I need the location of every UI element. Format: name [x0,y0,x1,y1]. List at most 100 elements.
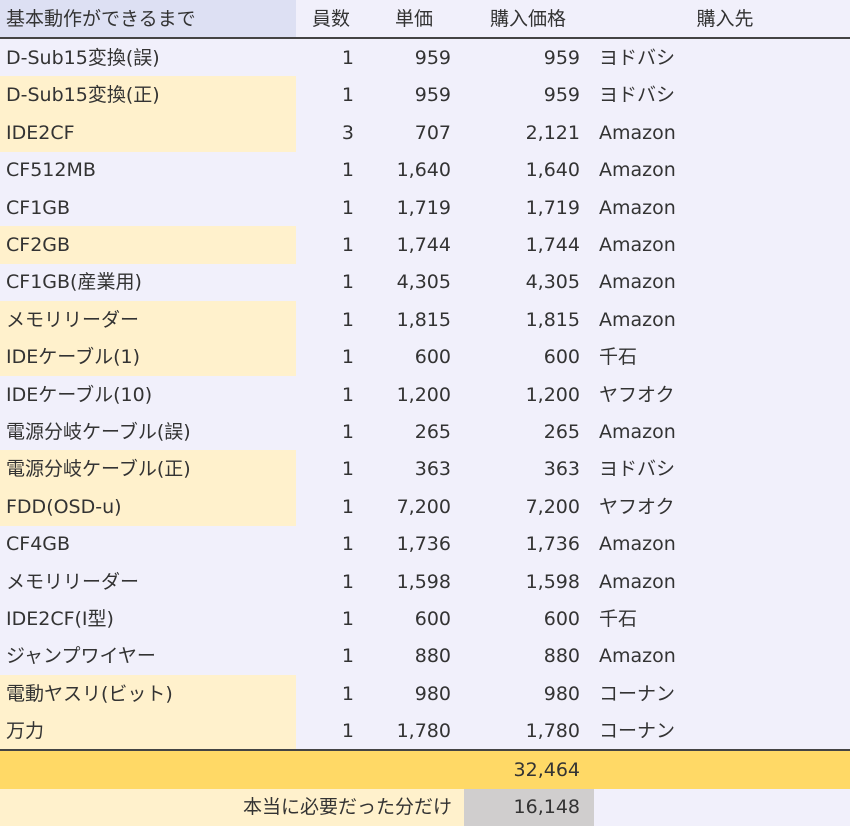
item-shop[interactable]: コーナン [599,712,850,750]
item-shop[interactable]: ヨドバシ [599,39,850,77]
item-qty[interactable]: 1 [296,413,358,451]
item-purchase-price[interactable]: 959 [456,39,586,77]
needed-label[interactable]: 本当に必要だった分だけ [0,789,464,826]
item-name[interactable]: IDE2CF(I型) [0,600,296,638]
item-shop[interactable]: Amazon [599,637,850,675]
item-qty[interactable]: 1 [296,151,358,189]
item-qty[interactable]: 1 [296,189,358,227]
item-shop[interactable]: Amazon [599,525,850,563]
item-shop[interactable]: ヤフオク [599,488,850,526]
item-shop[interactable]: 千石 [599,600,850,638]
item-shop[interactable]: Amazon [599,189,850,227]
item-unit-price[interactable]: 1,200 [358,376,456,414]
header-name[interactable]: 基本動作ができるまで [0,0,296,38]
item-purchase-price[interactable]: 363 [456,450,586,488]
item-purchase-price[interactable]: 2,121 [456,114,586,152]
item-name[interactable]: 電動ヤスリ(ビット) [0,674,296,713]
item-name[interactable]: CF512MB [0,151,296,189]
item-shop[interactable]: ヨドバシ [599,76,850,114]
header-qty[interactable]: 員数 [296,0,366,38]
item-purchase-price[interactable]: 600 [456,600,586,638]
item-shop[interactable]: コーナン [599,675,850,713]
item-unit-price[interactable]: 959 [358,39,456,77]
item-unit-price[interactable]: 1,598 [358,563,456,601]
item-name[interactable]: IDE2CF [0,113,296,152]
item-qty[interactable]: 1 [296,488,358,526]
item-qty[interactable]: 1 [296,76,358,114]
item-name[interactable]: メモリリーダー [0,563,296,601]
item-qty[interactable]: 1 [296,600,358,638]
item-name[interactable]: 電源分岐ケーブル(正) [0,450,296,489]
item-name[interactable]: CF2GB [0,226,296,264]
needed-value[interactable]: 16,148 [464,789,594,826]
item-qty[interactable]: 3 [296,114,358,152]
item-purchase-price[interactable]: 265 [456,413,586,451]
item-name[interactable]: メモリリーダー [0,300,296,339]
item-unit-price[interactable]: 959 [358,76,456,114]
item-shop[interactable]: Amazon [599,563,850,601]
item-qty[interactable]: 1 [296,39,358,77]
item-qty[interactable]: 1 [296,563,358,601]
item-name[interactable]: IDEケーブル(10) [0,376,296,414]
item-unit-price[interactable]: 1,736 [358,525,456,563]
item-unit-price[interactable]: 980 [358,675,456,713]
item-shop[interactable]: 千石 [599,338,850,376]
item-qty[interactable]: 1 [296,301,358,339]
item-purchase-price[interactable]: 600 [456,338,586,376]
item-unit-price[interactable]: 7,200 [358,488,456,526]
item-unit-price[interactable]: 1,815 [358,301,456,339]
item-unit-price[interactable]: 880 [358,637,456,675]
item-name[interactable]: D-Sub15変換(正) [0,76,296,115]
item-purchase-price[interactable]: 1,719 [456,189,586,227]
item-purchase-price[interactable]: 1,640 [456,151,586,189]
item-shop[interactable]: Amazon [599,263,850,301]
header-unit-price[interactable]: 単価 [378,0,450,38]
item-unit-price[interactable]: 600 [358,338,456,376]
item-qty[interactable]: 1 [296,675,358,713]
item-name[interactable]: CF4GB [0,525,296,563]
item-unit-price[interactable]: 363 [358,450,456,488]
item-shop[interactable]: ヤフオク [599,376,850,414]
item-name[interactable]: 電源分岐ケーブル(誤) [0,413,296,451]
item-unit-price[interactable]: 265 [358,413,456,451]
item-name[interactable]: IDEケーブル(1) [0,338,296,377]
item-shop[interactable]: Amazon [599,301,850,339]
item-qty[interactable]: 1 [296,525,358,563]
item-purchase-price[interactable]: 1,736 [456,525,586,563]
item-purchase-price[interactable]: 1,598 [456,563,586,601]
item-purchase-price[interactable]: 7,200 [456,488,586,526]
item-qty[interactable]: 1 [296,376,358,414]
total-value[interactable]: 32,464 [456,751,586,789]
item-name[interactable]: CF1GB [0,189,296,227]
item-qty[interactable]: 1 [296,637,358,675]
item-purchase-price[interactable]: 880 [456,637,586,675]
item-qty[interactable]: 1 [296,263,358,301]
item-purchase-price[interactable]: 4,305 [456,263,586,301]
item-shop[interactable]: Amazon [599,226,850,264]
header-purchase-price[interactable]: 購入価格 [470,0,586,38]
item-purchase-price[interactable]: 959 [456,76,586,114]
item-name[interactable]: CF1GB(産業用) [0,263,296,301]
item-name[interactable]: 万力 [0,712,296,751]
item-unit-price[interactable]: 4,305 [358,263,456,301]
item-qty[interactable]: 1 [296,712,358,750]
header-shop[interactable]: 購入先 [600,0,850,38]
item-qty[interactable]: 1 [296,450,358,488]
item-purchase-price[interactable]: 980 [456,675,586,713]
item-name[interactable]: D-Sub15変換(誤) [0,39,296,77]
item-unit-price[interactable]: 1,640 [358,151,456,189]
item-name[interactable]: FDD(OSD-u) [0,487,296,526]
item-shop[interactable]: Amazon [599,114,850,152]
item-purchase-price[interactable]: 1,780 [456,712,586,750]
item-unit-price[interactable]: 600 [358,600,456,638]
item-unit-price[interactable]: 1,719 [358,189,456,227]
item-purchase-price[interactable]: 1,744 [456,226,586,264]
item-unit-price[interactable]: 1,780 [358,712,456,750]
item-purchase-price[interactable]: 1,200 [456,376,586,414]
item-purchase-price[interactable]: 1,815 [456,301,586,339]
item-shop[interactable]: ヨドバシ [599,450,850,488]
item-unit-price[interactable]: 707 [358,114,456,152]
item-qty[interactable]: 1 [296,226,358,264]
item-qty[interactable]: 1 [296,338,358,376]
item-shop[interactable]: Amazon [599,151,850,189]
